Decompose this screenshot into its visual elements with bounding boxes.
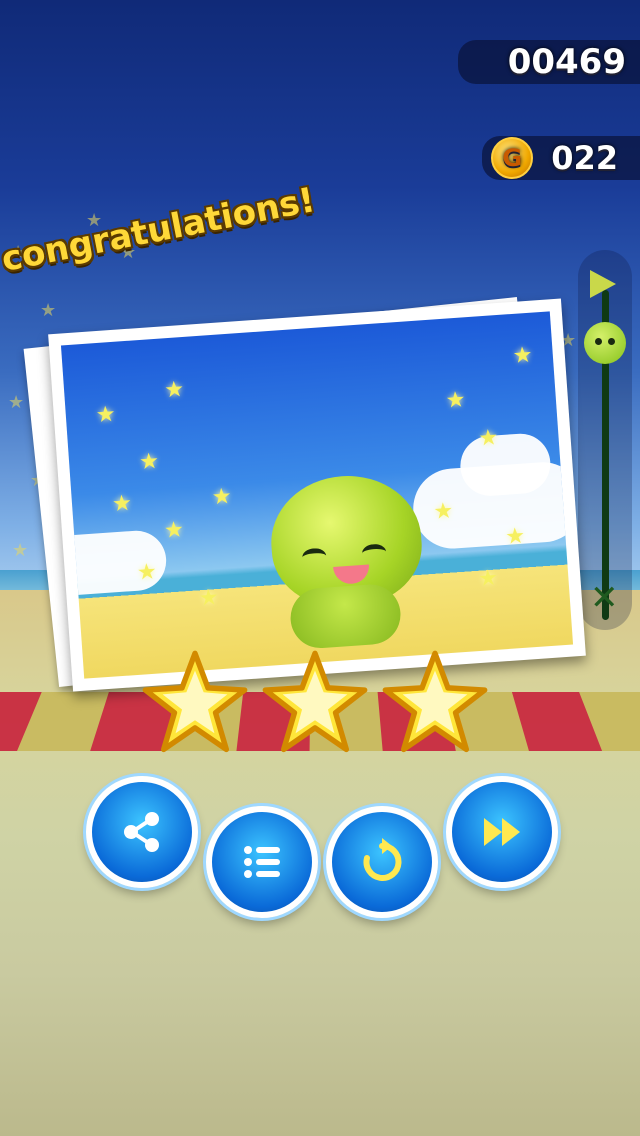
replay-button[interactable] bbox=[326, 806, 438, 918]
next-level-button[interactable] bbox=[446, 776, 558, 888]
coin-icon: G bbox=[491, 137, 534, 179]
sparkle-star: ★ bbox=[198, 585, 220, 612]
sparkle-star: ★ bbox=[477, 425, 500, 452]
alien-eye bbox=[361, 543, 387, 562]
coin-counter: G 022 bbox=[482, 136, 640, 180]
rating-star-icon bbox=[140, 648, 250, 758]
level-list-button[interactable] bbox=[206, 806, 318, 918]
fast-forward-icon bbox=[484, 818, 520, 846]
score-display: 00469 bbox=[458, 40, 640, 84]
start-marker-icon: ✕ bbox=[590, 578, 619, 618]
sparkle-star: ★ bbox=[511, 342, 534, 369]
alien-mouth bbox=[333, 564, 371, 586]
list-icon bbox=[244, 846, 280, 878]
result-photo-card: ★ ★ ★ ★ ★ ★ ★ ★ ★ ★ ★ ★ ★ ★ bbox=[48, 298, 586, 692]
sparkle-star: ★ bbox=[504, 523, 526, 550]
background-star: ★ bbox=[8, 392, 25, 413]
sparkle-star: ★ bbox=[432, 498, 455, 525]
sparkle-star: ★ bbox=[138, 448, 160, 476]
sparkle-star: ★ bbox=[136, 559, 158, 586]
background-star: ★ bbox=[40, 300, 57, 321]
sparkle-star: ★ bbox=[477, 565, 499, 592]
sparkle-star: ★ bbox=[95, 401, 117, 429]
rating-star-icon bbox=[380, 648, 490, 758]
sparkle-star: ★ bbox=[111, 490, 133, 518]
score-value: 00469 bbox=[507, 42, 626, 82]
player-marker-icon bbox=[584, 322, 626, 364]
star-rating bbox=[140, 648, 500, 758]
alien-body bbox=[288, 582, 403, 651]
rating-star-icon bbox=[260, 648, 370, 758]
level-progress-track: ✕ bbox=[578, 250, 632, 630]
share-button[interactable] bbox=[86, 776, 198, 888]
share-icon bbox=[124, 812, 159, 852]
sparkle-star: ★ bbox=[163, 517, 185, 544]
coin-count: 022 bbox=[551, 139, 618, 177]
sparkle-star: ★ bbox=[211, 483, 233, 511]
replay-icon bbox=[363, 838, 402, 881]
sparkle-star: ★ bbox=[163, 377, 185, 404]
alien-eye bbox=[301, 547, 327, 567]
goal-flag-icon bbox=[590, 270, 616, 298]
sparkle-star: ★ bbox=[444, 387, 467, 414]
result-photo: ★ ★ ★ ★ ★ ★ ★ ★ ★ ★ ★ ★ ★ ★ bbox=[60, 311, 574, 679]
background-star: ★ bbox=[12, 540, 29, 561]
